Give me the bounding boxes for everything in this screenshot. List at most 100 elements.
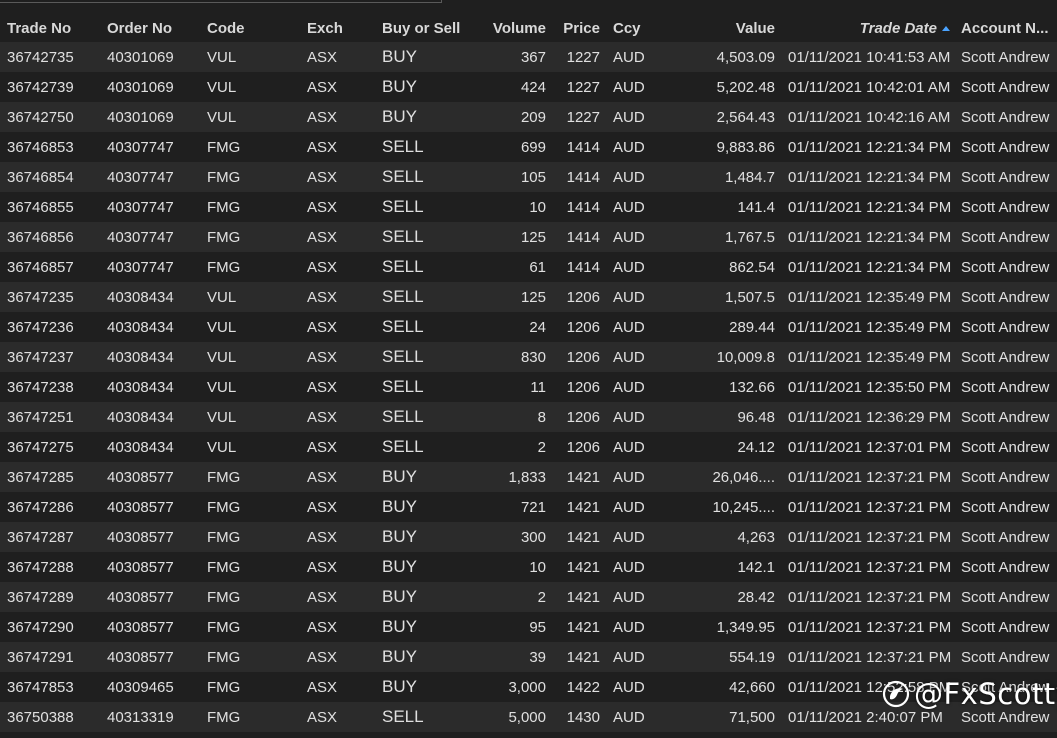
cell-ccy: AUD	[613, 48, 645, 66]
cell-account: Scott Andrew	[961, 138, 1050, 156]
cell-ccy: AUD	[613, 288, 645, 306]
table-row[interactable]: 36747285 40308577 FMG ASX BUY 1,833 1421 AUD 26,…	[0, 462, 1057, 492]
cell-account: Scott Andrew	[961, 438, 1050, 456]
cell-side: SELL	[382, 347, 424, 366]
cell-price: 1422	[566, 678, 600, 696]
cell-ccy: AUD	[613, 258, 645, 276]
table-row[interactable]: 36747290 40308577 FMG ASX BUY 95 1421 AUD 1,349.…	[0, 612, 1057, 642]
cell-order-no: 40308434	[107, 288, 174, 306]
column-header-order-no[interactable]: Order No	[100, 14, 200, 42]
cell-volume: 24	[529, 318, 546, 336]
cell-account: Scott Andrew	[961, 318, 1050, 336]
cell-code: FMG	[207, 708, 241, 726]
cell-trade-no: 36747237	[7, 348, 74, 366]
cell-exch: ASX	[307, 168, 338, 186]
cell-value: 141.4	[737, 198, 775, 216]
cell-code: FMG	[207, 228, 241, 246]
table-row[interactable]: 36742739 40301069 VUL ASX BUY 424 1227 AUD 5,202…	[0, 72, 1057, 102]
cell-order-no: 40307747	[107, 198, 174, 216]
cell-code: VUL	[207, 108, 237, 126]
cell-price: 1206	[566, 438, 600, 456]
cell-volume: 2	[537, 588, 546, 606]
table-row[interactable]: 36747238 40308434 VUL ASX SELL 11 1206 AUD 132.6…	[0, 372, 1057, 402]
column-header-volume[interactable]: Volume	[477, 14, 552, 42]
cell-value: 5,202.48	[716, 78, 775, 96]
table-row[interactable]: 36747288 40308577 FMG ASX BUY 10 1421 AUD 142.1 0…	[0, 552, 1057, 582]
cell-trade-date: 01/11/2021 10:42:01 AM	[788, 78, 951, 96]
cell-price: 1206	[566, 288, 600, 306]
cell-side: BUY	[382, 47, 417, 66]
table-row[interactable]: 36747235 40308434 VUL ASX SELL 125 1206 AUD 1,50…	[0, 282, 1057, 312]
cell-account: Scott Andrew	[961, 498, 1050, 516]
table-row[interactable]: 36747289 40308577 FMG ASX BUY 2 1421 AUD 28.42 01…	[0, 582, 1057, 612]
cell-side: SELL	[382, 407, 424, 426]
cell-order-no: 40307747	[107, 258, 174, 276]
cell-volume: 105	[520, 168, 546, 186]
cell-trade-date: 01/11/2021 10:42:16 AM	[788, 108, 951, 126]
cell-trade-no: 36746857	[7, 258, 74, 276]
cell-code: FMG	[207, 498, 241, 516]
column-header-value[interactable]: Value	[671, 14, 781, 42]
table-row[interactable]: 36747251 40308434 VUL ASX SELL 8 1206 AUD 96.48 0…	[0, 402, 1057, 432]
cell-side: BUY	[382, 527, 417, 546]
cell-side: SELL	[382, 707, 424, 726]
cell-exch: ASX	[307, 228, 338, 246]
table-row[interactable]: 36747286 40308577 FMG ASX BUY 721 1421 AUD 10,24…	[0, 492, 1057, 522]
table-row[interactable]: 36746857 40307747 FMG ASX SELL 61 1414 AUD 862.5…	[0, 252, 1057, 282]
cell-account: Scott Andrew	[961, 258, 1050, 276]
cell-ccy: AUD	[613, 318, 645, 336]
cell-trade-no: 36747235	[7, 288, 74, 306]
cell-code: FMG	[207, 138, 241, 156]
cell-volume: 1,833	[508, 468, 546, 486]
column-header-price[interactable]: Price	[552, 14, 606, 42]
cell-volume: 721	[520, 498, 546, 516]
cell-price: 1206	[566, 348, 600, 366]
column-header-trade-date[interactable]: Trade Date	[781, 14, 954, 42]
cell-account: Scott Andrew	[961, 198, 1050, 216]
cell-order-no: 40308434	[107, 318, 174, 336]
cell-ccy: AUD	[613, 498, 645, 516]
table-row[interactable]: 36746854 40307747 FMG ASX SELL 105 1414 AUD 1,48…	[0, 162, 1057, 192]
cell-side: BUY	[382, 467, 417, 486]
column-header-account-name[interactable]: Account N...	[954, 14, 1057, 42]
cell-value: 9,883.86	[716, 138, 775, 156]
cell-order-no: 40308577	[107, 588, 174, 606]
cell-trade-no: 36747853	[7, 678, 74, 696]
cell-account: Scott Andrew	[961, 408, 1050, 426]
table-row[interactable]: 36747291 40308577 FMG ASX BUY 39 1421 AUD 554.19…	[0, 642, 1057, 672]
table-row[interactable]: 36746853 40307747 FMG ASX SELL 699 1414 AUD 9,88…	[0, 132, 1057, 162]
cell-ccy: AUD	[613, 78, 645, 96]
table-row[interactable]: 36742750 40301069 VUL ASX BUY 209 1227 AUD 2,564…	[0, 102, 1057, 132]
column-header-ccy[interactable]: Ccy	[606, 14, 671, 42]
table-row[interactable]: 36746855 40307747 FMG ASX SELL 10 1414 AUD 141.4…	[0, 192, 1057, 222]
table-row[interactable]: 36747275 40308434 VUL ASX SELL 2 1206 AUD 24.12 0…	[0, 432, 1057, 462]
cell-trade-date: 01/11/2021 12:21:34 PM	[788, 198, 952, 216]
table-row[interactable]: 36747237 40308434 VUL ASX SELL 830 1206 AUD 10,0…	[0, 342, 1057, 372]
cell-ccy: AUD	[613, 138, 645, 156]
column-header-trade-no[interactable]: Trade No	[0, 14, 100, 42]
table-row[interactable]: 36747236 40308434 VUL ASX SELL 24 1206 AUD 289.4…	[0, 312, 1057, 342]
cell-account: Scott Andrew	[961, 618, 1050, 636]
column-header-code[interactable]: Code	[200, 14, 300, 42]
table-row[interactable]: 36747287 40308577 FMG ASX BUY 300 1421 AUD 4,263…	[0, 522, 1057, 552]
cell-volume: 61	[529, 258, 546, 276]
cell-trade-no: 36747251	[7, 408, 74, 426]
cell-account: Scott Andrew	[961, 648, 1050, 666]
cell-trade-date: 01/11/2021 12:37:21 PM	[788, 528, 952, 546]
cell-account: Scott Andrew	[961, 168, 1050, 186]
table-row[interactable]: 36742735 40301069 VUL ASX BUY 367 1227 AUD 4,503…	[0, 42, 1057, 72]
column-header-exch[interactable]: Exch	[300, 14, 375, 42]
cell-ccy: AUD	[613, 678, 645, 696]
cell-side: SELL	[382, 317, 424, 336]
cell-exch: ASX	[307, 78, 338, 96]
cell-account: Scott Andrew	[961, 108, 1050, 126]
column-header-buy-or-sell[interactable]: Buy or Sell	[375, 14, 477, 42]
table-row[interactable]: 36746856 40307747 FMG ASX SELL 125 1414 AUD 1,76…	[0, 222, 1057, 252]
cell-price: 1227	[566, 48, 600, 66]
cell-order-no: 40308434	[107, 378, 174, 396]
cell-code: VUL	[207, 318, 237, 336]
cell-trade-date: 01/11/2021 12:35:49 PM	[788, 318, 952, 336]
cell-side: BUY	[382, 497, 417, 516]
cell-code: FMG	[207, 648, 241, 666]
cell-exch: ASX	[307, 258, 338, 276]
